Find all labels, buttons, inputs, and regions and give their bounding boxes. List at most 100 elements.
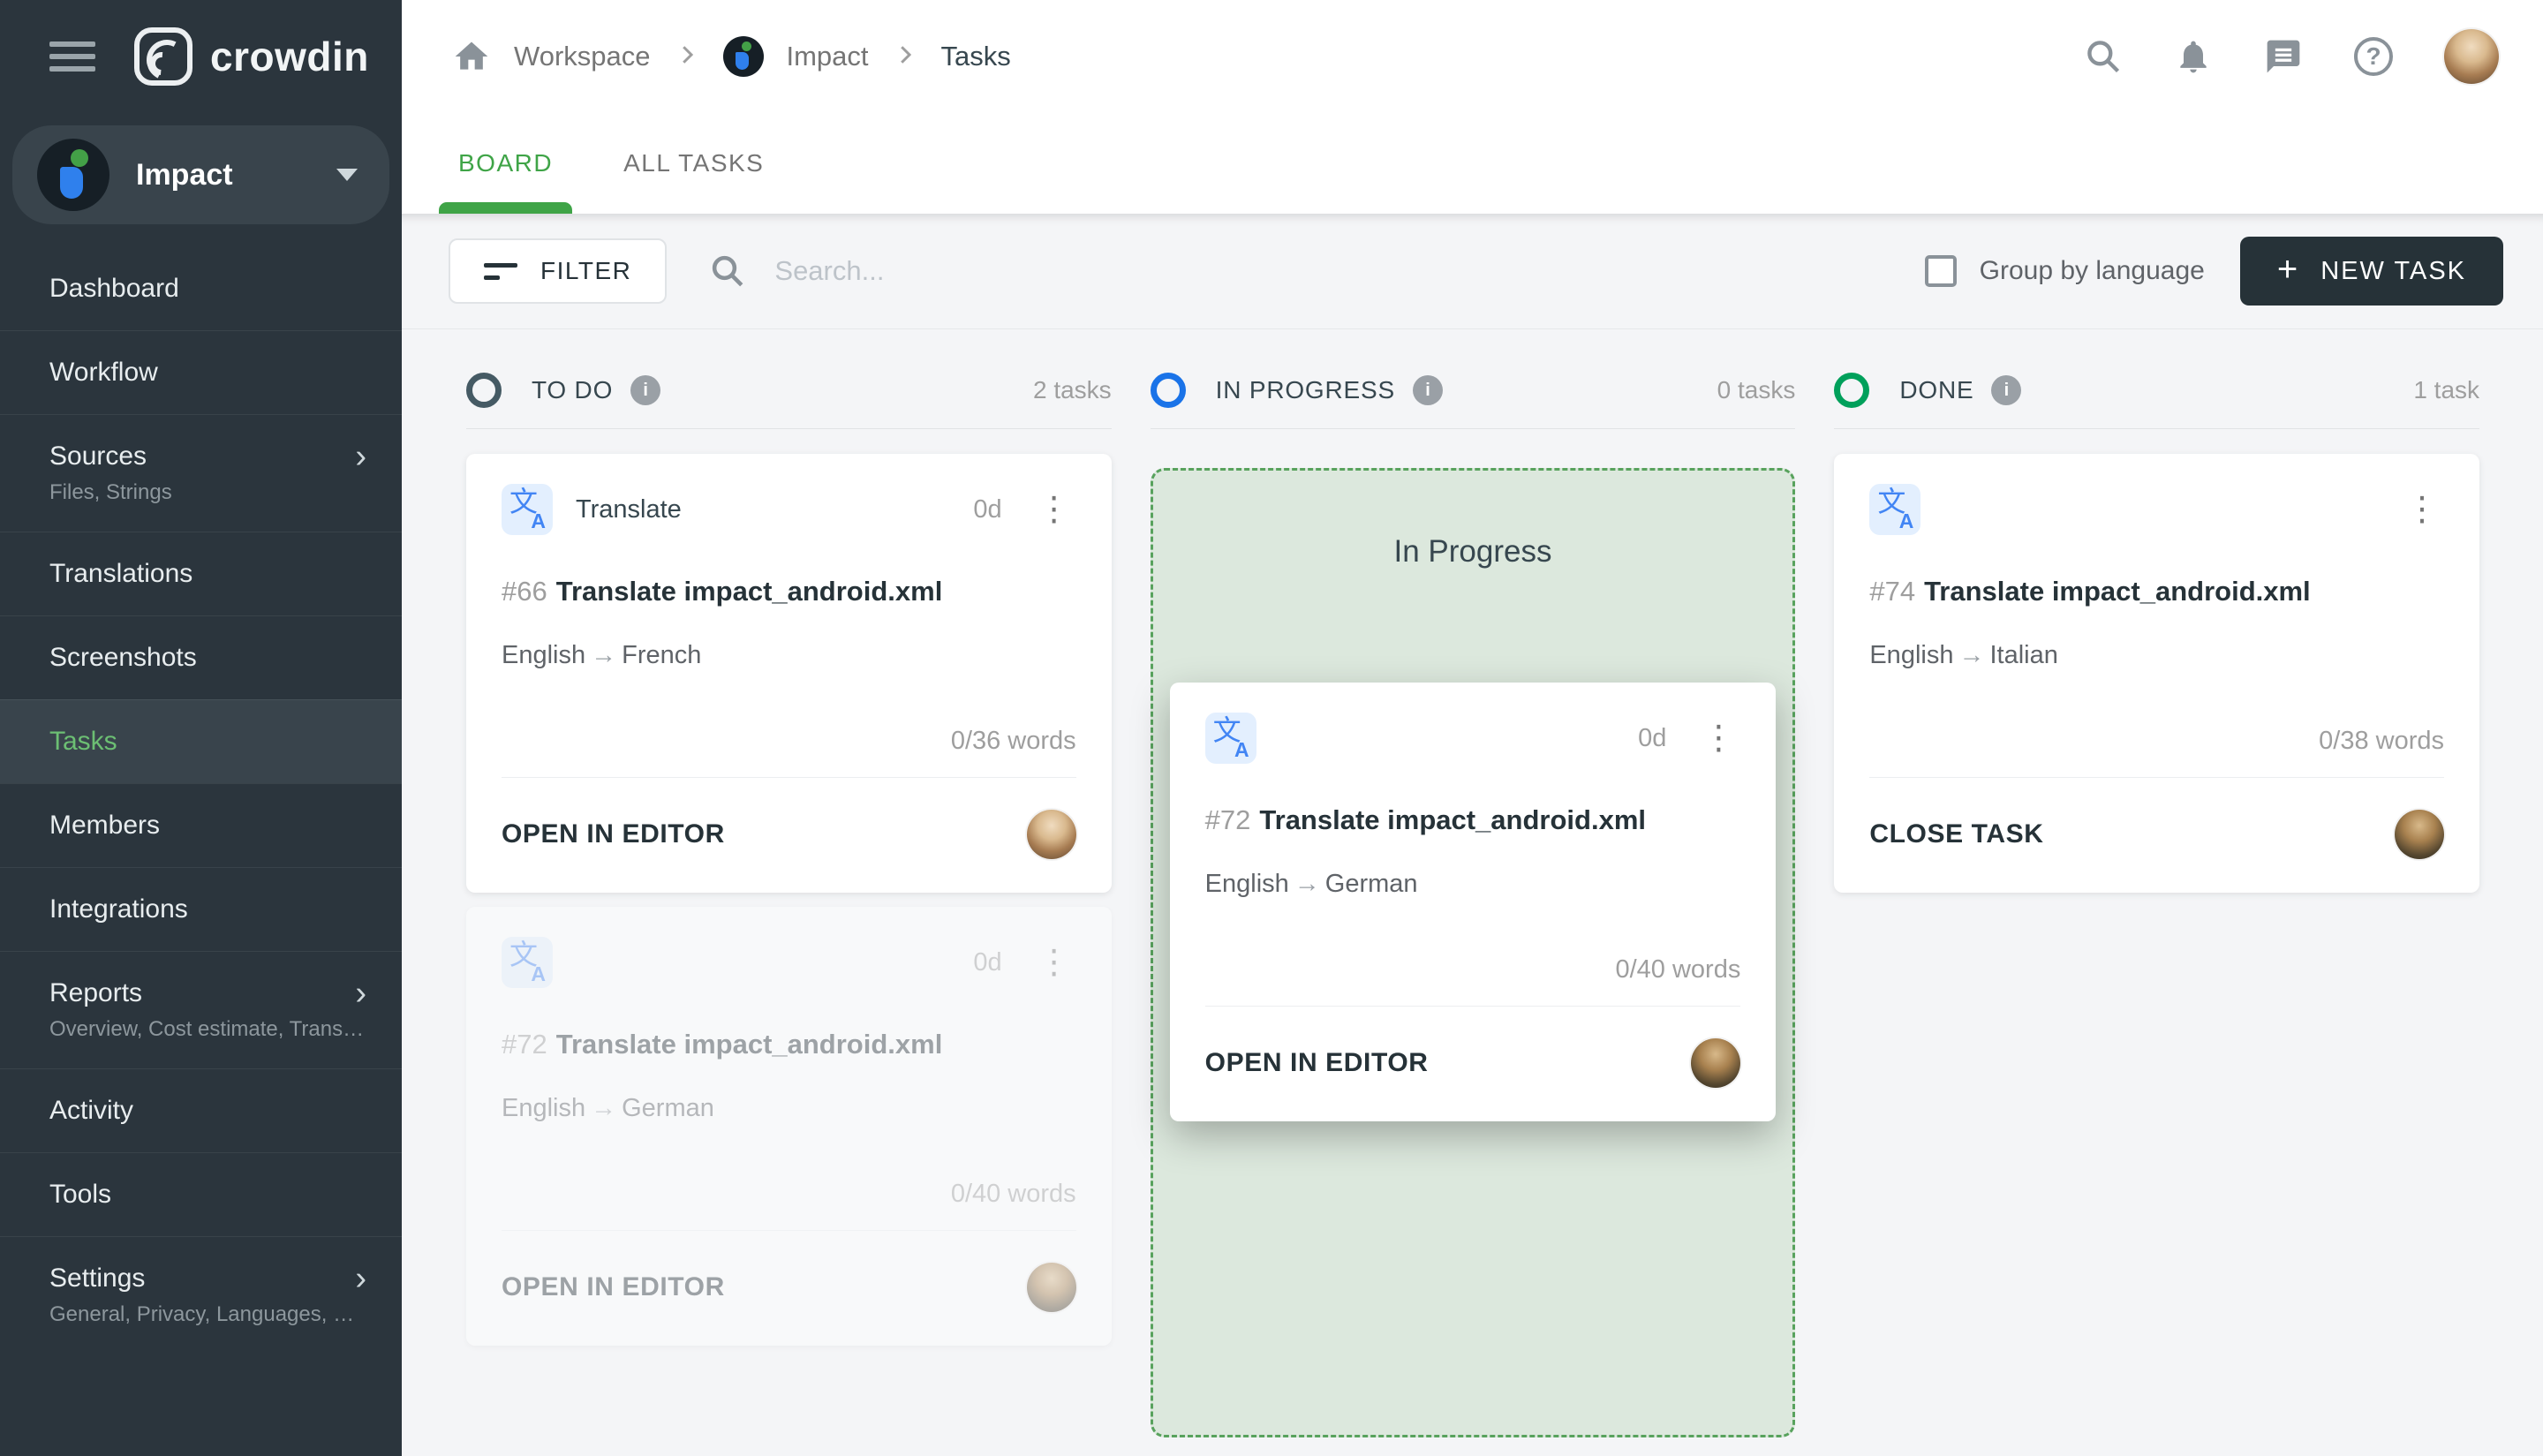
status-circle-icon (1834, 373, 1870, 408)
bell-icon[interactable] (2174, 37, 2213, 76)
sidebar-item-sublabel: Files, Strings (49, 480, 172, 504)
assignee-avatar[interactable] (1026, 810, 1076, 859)
column-name: TO DO (532, 376, 614, 404)
group-by-language-label: Group by language (1979, 256, 2205, 285)
chat-icon[interactable] (2264, 37, 2303, 76)
sidebar-item-label: Members (49, 811, 161, 840)
open-in-editor-link[interactable]: OPEN IN EDITOR (502, 1272, 725, 1302)
main-area: Workspace Impact Tasks ? BOARD ALL TASKS… (402, 0, 2543, 1456)
help-icon[interactable]: ? (2354, 37, 2393, 76)
sidebar-item-workflow[interactable]: Workflow › (0, 330, 402, 414)
task-word-progress: 0/40 words (1615, 955, 1741, 984)
sidebar-item-settings[interactable]: Settings › General, Privacy, Languages, … (0, 1236, 402, 1354)
column-name: IN PROGRESS (1215, 376, 1395, 404)
search-input[interactable] (773, 254, 1272, 288)
column-divider (466, 428, 1112, 429)
column-in-progress: IN PROGRESS i 0 tasks In Progress 文A 0d … (1150, 365, 1796, 1456)
assignee-avatar[interactable] (1691, 1038, 1741, 1088)
target-language: German (1324, 870, 1418, 898)
task-number: #66 (502, 576, 547, 607)
board-content: FILTER Group by language + NEW TASK TO D… (402, 214, 2543, 1456)
sidebar-item-screenshots[interactable]: Screenshots › (0, 615, 402, 699)
translate-icon: 文A (1869, 484, 1921, 535)
topbar: Workspace Impact Tasks ? (402, 0, 2543, 113)
task-type-label: Translate (576, 494, 682, 524)
arrow-right-icon: → (1958, 641, 1985, 669)
tab-all-tasks[interactable]: ALL TASKS (604, 113, 783, 214)
task-card-74[interactable]: 文A ⋮ #74 Translate impact_android.xml Eng… (1834, 454, 2480, 893)
sidebar-item-label: Activity (49, 1096, 134, 1125)
kanban-board: TO DO i 2 tasks 文A Translate 0d ⋮ #66 Tra… (402, 329, 2543, 1456)
sidebar-header: crowdin (0, 0, 402, 113)
task-card-72[interactable]: 文A 0d ⋮ #72 Translate impact_android.xml … (466, 907, 1112, 1346)
crowdin-logo-icon (134, 27, 192, 86)
card-menu-icon[interactable]: ⋮ (1696, 721, 1740, 755)
source-language: English (1869, 641, 1954, 669)
filter-button[interactable]: FILTER (449, 238, 668, 304)
card-menu-icon[interactable]: ⋮ (1032, 493, 1076, 526)
sidebar-item-tasks[interactable]: Tasks › (0, 699, 402, 783)
assignee-avatar[interactable] (1026, 1263, 1076, 1312)
card-menu-icon[interactable]: ⋮ (2400, 493, 2444, 526)
sidebar-item-translations[interactable]: Translations › (0, 532, 402, 615)
crowdin-logo[interactable]: crowdin (134, 27, 369, 86)
sidebar-item-label: Workflow (49, 358, 158, 387)
breadcrumb-project-icon (722, 36, 764, 77)
column-name: DONE (1899, 376, 1974, 404)
source-language: English (1204, 870, 1289, 898)
group-by-language-checkbox[interactable] (1924, 255, 1957, 287)
info-icon[interactable]: i (1991, 375, 2022, 405)
info-icon[interactable]: i (630, 375, 661, 405)
in-progress-dropzone[interactable]: In Progress 文A 0d ⋮ #72 Translate impact_… (1150, 468, 1796, 1437)
task-card-72[interactable]: 文A 0d ⋮ #72 Translate impact_android.xml … (1169, 683, 1777, 1121)
card-footer: CLOSE TASK (1869, 810, 2445, 859)
breadcrumb: Workspace Impact Tasks (452, 36, 2084, 77)
sidebar-item-activity[interactable]: Activity › (0, 1068, 402, 1152)
column-header: IN PROGRESS i 0 tasks (1150, 365, 1795, 416)
open-in-editor-link[interactable]: OPEN IN EDITOR (502, 819, 725, 849)
column-task-count: 2 tasks (1032, 376, 1112, 404)
sidebar-item-dashboard[interactable]: Dashboard › (0, 247, 402, 330)
translate-icon: 文A (502, 484, 553, 535)
project-selector[interactable]: Impact (12, 125, 389, 224)
column-cards: 文A ⋮ #74 Translate impact_android.xml Eng… (1834, 454, 2480, 893)
chevron-right-icon: › (355, 975, 366, 1012)
task-language-pair: English → French (502, 641, 1076, 670)
close-task-link[interactable]: CLOSE TASK (1869, 819, 2043, 849)
breadcrumb-project[interactable]: Impact (787, 41, 869, 72)
info-icon[interactable]: i (1412, 375, 1443, 405)
open-in-editor-link[interactable]: OPEN IN EDITOR (1205, 1048, 1429, 1078)
task-card-66[interactable]: 文A Translate 0d ⋮ #66 Translate impact_an… (466, 454, 1112, 893)
group-by-language-toggle[interactable]: Group by language (1924, 255, 2205, 287)
card-divider (1869, 777, 2445, 778)
breadcrumb-workspace[interactable]: Workspace (514, 41, 651, 72)
sidebar-item-members[interactable]: Members › (0, 783, 402, 867)
assignee-avatar[interactable] (2395, 810, 2445, 859)
sidebar-item-label: Integrations (49, 894, 188, 924)
card-footer: OPEN IN EDITOR (1205, 1038, 1741, 1088)
task-title-text: Translate impact_android.xml (555, 576, 943, 607)
user-avatar[interactable] (2444, 29, 2499, 84)
project-name: Impact (136, 157, 233, 192)
tab-board[interactable]: BOARD (439, 113, 573, 214)
home-icon[interactable] (452, 37, 491, 76)
card-divider (502, 1230, 1076, 1231)
sidebar-item-reports[interactable]: Reports › Overview, Cost estimate, Trans… (0, 951, 402, 1068)
sidebar-item-integrations[interactable]: Integrations › (0, 867, 402, 951)
task-title: #72 Translate impact_android.xml (1205, 803, 1741, 838)
hamburger-menu-icon[interactable] (49, 41, 95, 72)
sidebar-item-sources[interactable]: Sources › Files, Strings (0, 414, 402, 532)
card-footer: OPEN IN EDITOR (502, 1263, 1076, 1312)
sidebar-item-tools[interactable]: Tools › (0, 1152, 402, 1236)
task-word-progress: 0/36 words (950, 727, 1076, 755)
new-task-button[interactable]: + NEW TASK (2239, 237, 2503, 306)
card-menu-icon[interactable]: ⋮ (1032, 946, 1076, 979)
search-icon[interactable] (2084, 37, 2123, 76)
translate-icon: 文A (502, 937, 553, 988)
column-cards: 文A Translate 0d ⋮ #66 Translate impact_an… (466, 454, 1112, 1346)
arrow-right-icon: → (1294, 870, 1320, 898)
target-language: Italian (1989, 641, 2058, 669)
task-title: #66 Translate impact_android.xml (502, 574, 1076, 609)
chevron-right-icon: › (355, 1260, 366, 1297)
crowdin-logo-text: crowdin (210, 34, 369, 79)
